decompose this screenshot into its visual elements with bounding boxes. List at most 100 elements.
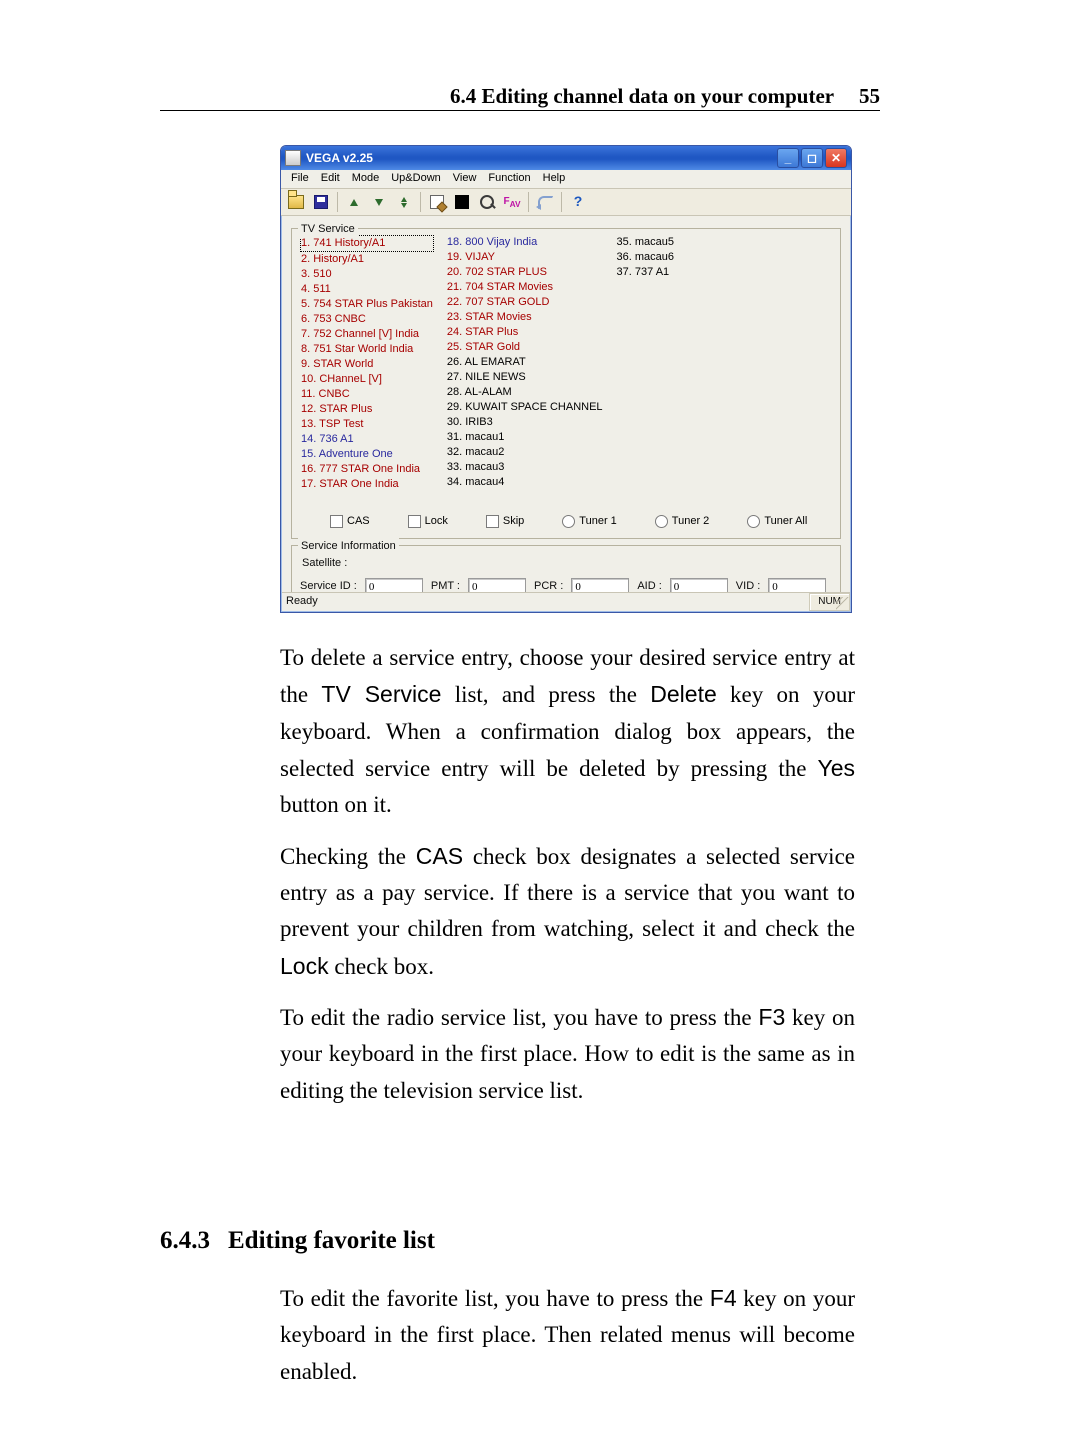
- maximize-icon: ◻: [807, 152, 817, 164]
- open-button[interactable]: [285, 191, 307, 213]
- find-button[interactable]: [476, 191, 498, 213]
- running-head-text: 6.4 Editing channel data on your compute…: [450, 84, 834, 108]
- radio-icon: [747, 515, 760, 528]
- help-button[interactable]: ?: [567, 191, 589, 213]
- swap-arrows-icon: [401, 197, 407, 208]
- lock-checkbox[interactable]: Lock: [408, 513, 448, 530]
- swap-button[interactable]: [393, 191, 415, 213]
- cas-label: CAS: [347, 513, 370, 530]
- section-title: Editing favorite list: [228, 1227, 435, 1254]
- tv-service-item[interactable]: 21. 704 STAR Movies: [446, 280, 604, 295]
- radio-icon: [655, 515, 668, 528]
- edit-icon: [430, 195, 444, 209]
- tuner2-radio[interactable]: Tuner 2: [655, 513, 710, 530]
- edit-button[interactable]: [426, 191, 448, 213]
- save-button[interactable]: [310, 191, 332, 213]
- tv-service-item[interactable]: 34. macau4: [446, 475, 604, 490]
- tv-service-item[interactable]: 10. CHanneL [V]: [300, 372, 434, 387]
- floppy-disk-icon: [314, 195, 328, 209]
- checkbox-icon: [486, 515, 499, 528]
- tv-service-item[interactable]: 26. AL EMARAT: [446, 355, 604, 370]
- tv-service-item[interactable]: 31. macau1: [446, 430, 604, 445]
- service-info-legend: Service Information: [298, 538, 399, 555]
- minimize-icon: _: [785, 152, 792, 164]
- tv-service-item[interactable]: 13. TSP Test: [300, 417, 434, 432]
- fav-button[interactable]: FAV: [501, 191, 523, 213]
- resize-grip-icon[interactable]: [836, 597, 850, 611]
- undo-button[interactable]: [534, 191, 556, 213]
- tuner1-label: Tuner 1: [579, 513, 617, 530]
- tv-service-item[interactable]: 4. 511: [300, 282, 434, 297]
- tv-service-list[interactable]: 1. 741 History/A12. History/A13. 5104. 5…: [300, 235, 832, 505]
- tv-service-item[interactable]: 16. 777 STAR One India: [300, 462, 434, 477]
- undo-icon: [538, 196, 553, 209]
- tv-service-item[interactable]: 12. STAR Plus: [300, 402, 434, 417]
- tv-service-item[interactable]: 37. 737 A1: [616, 265, 675, 280]
- status-bar: Ready NUM: [282, 592, 850, 611]
- tv-service-item[interactable]: 25. STAR Gold: [446, 340, 604, 355]
- tv-service-item[interactable]: 3. 510: [300, 267, 434, 282]
- minimize-button[interactable]: _: [777, 148, 799, 168]
- tv-service-item[interactable]: 18. 800 Vijay India: [446, 235, 604, 250]
- tv-service-item[interactable]: 5. 754 STAR Plus Pakistan: [300, 297, 434, 312]
- checkbox-icon: [330, 515, 343, 528]
- body-text-1: To delete a service entry, choose your d…: [280, 640, 855, 1123]
- tv-service-groupbox: TV Service 1. 741 History/A12. History/A…: [291, 228, 841, 539]
- cas-checkbox[interactable]: CAS: [330, 513, 370, 530]
- tv-service-item[interactable]: 17. STAR One India: [300, 477, 434, 492]
- menu-updown[interactable]: Up&Down: [385, 170, 447, 187]
- stop-button[interactable]: [451, 191, 473, 213]
- tv-service-item[interactable]: 20. 702 STAR PLUS: [446, 265, 604, 280]
- tv-service-item[interactable]: 22. 707 STAR GOLD: [446, 295, 604, 310]
- menu-edit[interactable]: Edit: [315, 170, 346, 187]
- arrow-down-icon: [375, 199, 383, 206]
- lock-label: Lock: [425, 513, 448, 530]
- tv-service-item[interactable]: 6. 753 CNBC: [300, 312, 434, 327]
- skip-checkbox[interactable]: Skip: [486, 513, 524, 530]
- toolbar: FAV ?: [281, 189, 851, 216]
- status-text: Ready: [286, 593, 318, 610]
- tv-service-item[interactable]: 27. NILE NEWS: [446, 370, 604, 385]
- tv-service-item[interactable]: 28. AL-ALAM: [446, 385, 604, 400]
- menu-file[interactable]: File: [285, 170, 315, 187]
- vega-screenshot: VEGA v2.25 _ ◻ ✕ File Edit Mode Up&Down …: [280, 145, 850, 611]
- tv-service-item[interactable]: 23. STAR Movies: [446, 310, 604, 325]
- menu-mode[interactable]: Mode: [346, 170, 386, 187]
- tv-service-item[interactable]: 30. IRIB3: [446, 415, 604, 430]
- tv-service-item[interactable]: 35. macau5: [616, 235, 675, 250]
- arrow-up-icon: [350, 199, 358, 206]
- tv-service-item[interactable]: 19. VIJAY: [446, 250, 604, 265]
- tv-service-item[interactable]: 36. macau6: [616, 250, 675, 265]
- tv-service-item[interactable]: 2. History/A1: [300, 252, 434, 267]
- tv-service-item[interactable]: 9. STAR World: [300, 357, 434, 372]
- menu-view[interactable]: View: [447, 170, 483, 187]
- page-number: 55: [859, 80, 880, 113]
- app-icon: [285, 150, 301, 166]
- section-number: 6.4.3: [160, 1222, 210, 1261]
- close-button[interactable]: ✕: [825, 148, 847, 168]
- skip-label: Skip: [503, 513, 524, 530]
- paragraph-favorite: To edit the favorite list, you have to p…: [280, 1280, 855, 1390]
- fav-icon: FAV: [503, 194, 520, 211]
- tv-service-item[interactable]: 29. KUWAIT SPACE CHANNEL: [446, 400, 604, 415]
- tv-service-item[interactable]: 8. 751 Star World India: [300, 342, 434, 357]
- title-bar[interactable]: VEGA v2.25 _ ◻ ✕: [281, 146, 851, 170]
- tv-service-item[interactable]: 15. Adventure One: [300, 447, 434, 462]
- satellite-label: Satellite :: [302, 555, 832, 572]
- tv-service-item[interactable]: 33. macau3: [446, 460, 604, 475]
- tv-service-item[interactable]: 11. CNBC: [300, 387, 434, 402]
- tv-service-item[interactable]: 32. macau2: [446, 445, 604, 460]
- folder-open-icon: [288, 195, 304, 209]
- download-button[interactable]: [368, 191, 390, 213]
- maximize-button[interactable]: ◻: [801, 148, 823, 168]
- tv-service-legend: TV Service: [298, 221, 358, 238]
- tv-service-item[interactable]: 14. 736 A1: [300, 432, 434, 447]
- menu-function[interactable]: Function: [482, 170, 536, 187]
- tuner-all-radio[interactable]: Tuner All: [747, 513, 807, 530]
- upload-button[interactable]: [343, 191, 365, 213]
- menu-help[interactable]: Help: [537, 170, 572, 187]
- tv-service-item[interactable]: 24. STAR Plus: [446, 325, 604, 340]
- tuner1-radio[interactable]: Tuner 1: [562, 513, 617, 530]
- tv-service-item[interactable]: 7. 752 Channel [V] India: [300, 327, 434, 342]
- help-icon: ?: [574, 191, 583, 213]
